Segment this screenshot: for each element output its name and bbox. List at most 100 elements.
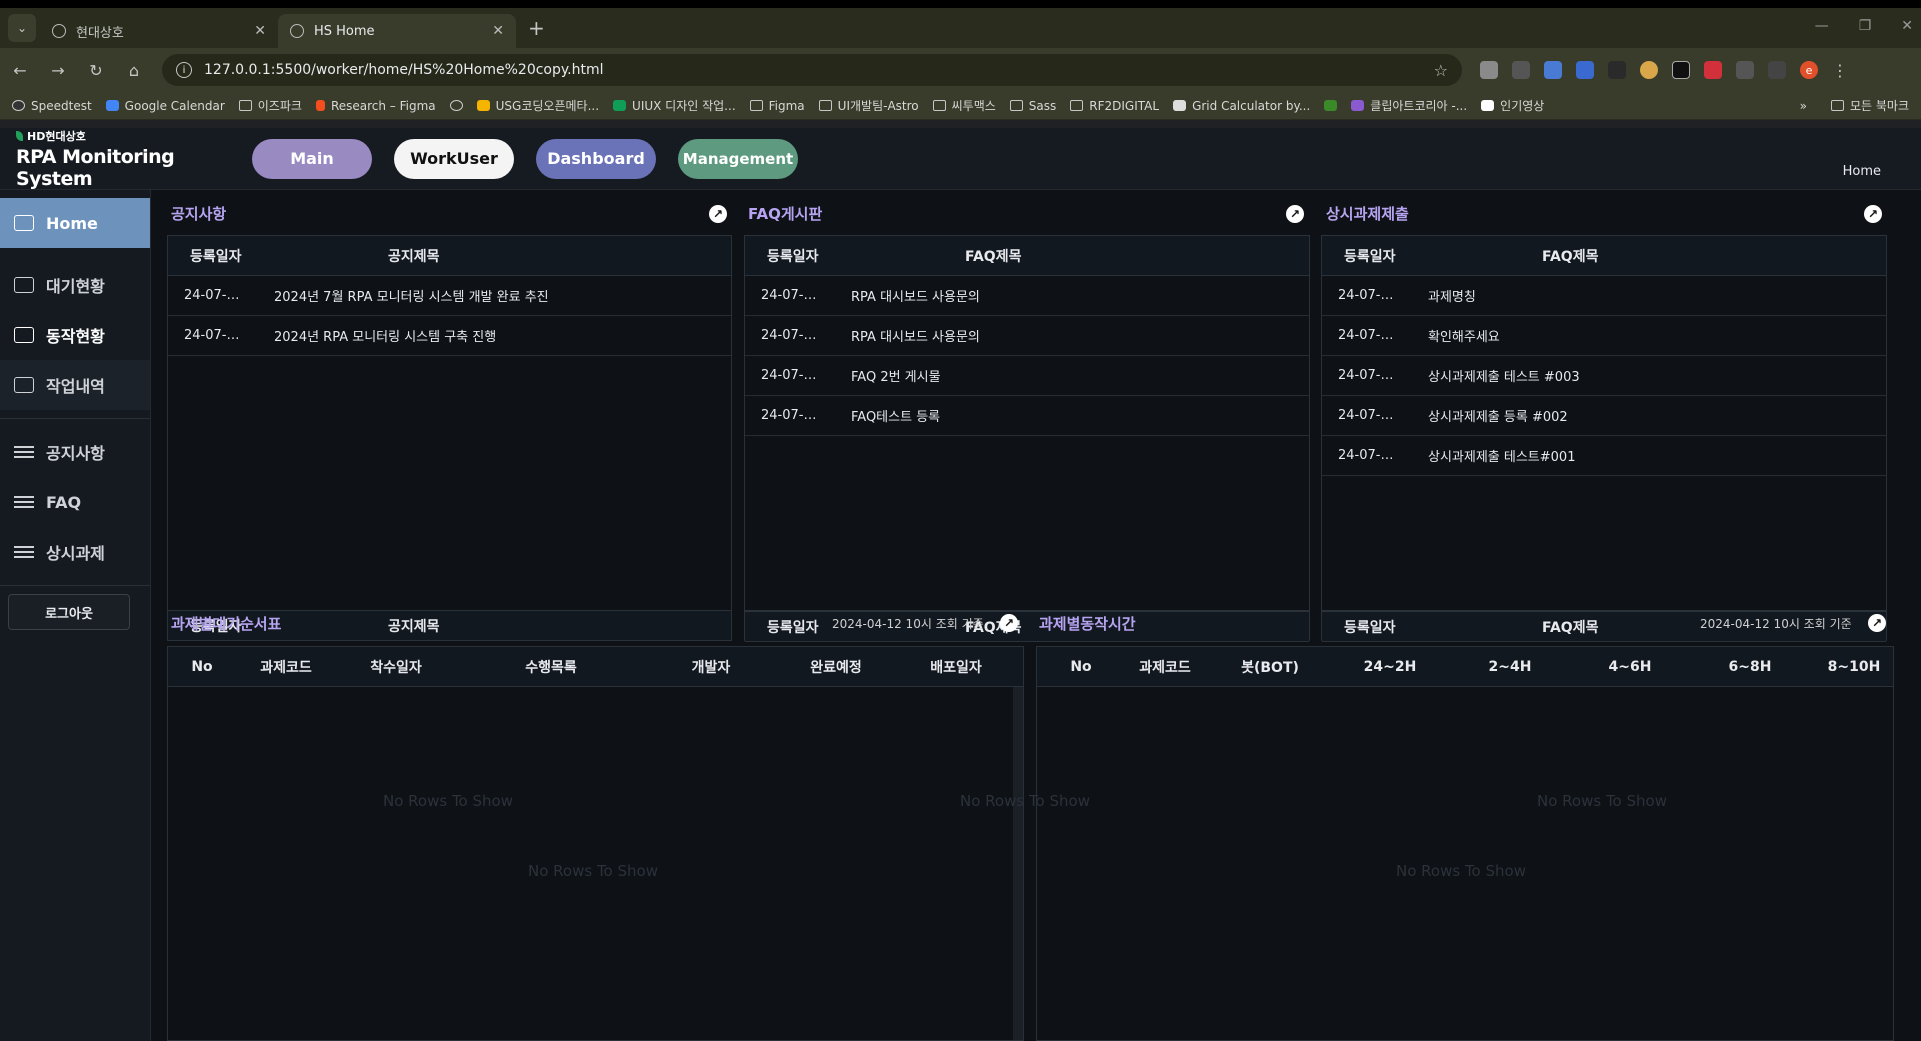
arrow-up-right-icon[interactable]: ↗ (709, 205, 727, 223)
puzzle-icon[interactable] (1736, 61, 1754, 79)
bookmark-clipart[interactable]: 클립아트코리아 -... (1351, 97, 1467, 114)
table-row[interactable]: 24-07-… FAQ테스트 등록 (745, 396, 1309, 436)
bookmark-folder-figma[interactable]: Figma (749, 99, 805, 113)
all-bookmarks-folder[interactable]: 모든 북마크 (1830, 97, 1909, 114)
col-no[interactable]: No (1037, 659, 1125, 675)
col-no[interactable]: No (168, 659, 236, 675)
bookmark-usg[interactable]: USG코딩오픈메타... (476, 97, 599, 114)
scrollbar[interactable] (1013, 687, 1023, 1040)
download-icon[interactable] (1768, 61, 1786, 79)
arrow-up-right-icon[interactable]: ↗ (1286, 205, 1304, 223)
arrow-up-right-icon[interactable]: ↗ (1868, 614, 1886, 632)
docs-extension-icon[interactable] (1576, 61, 1594, 79)
table-row[interactable]: 24-07-… RPA 대시보드 사용문의 (745, 316, 1309, 356)
col-title[interactable]: FAQ제목 (1442, 246, 1886, 266)
bookmark-google-calendar[interactable]: Google Calendar (105, 99, 225, 113)
back-icon[interactable]: ← (10, 61, 30, 80)
col-6-8h[interactable]: 6~8H (1685, 659, 1815, 675)
pen-extension-icon[interactable] (1608, 61, 1626, 79)
sidebar-item-home[interactable]: Home (0, 198, 150, 248)
col-deploy[interactable]: 배포일자 (896, 657, 1016, 677)
sidebar-item-running[interactable]: 동작현황 (0, 310, 150, 360)
col-24-2h[interactable]: 24~2H (1335, 659, 1445, 675)
bookmark-uiux[interactable]: UIUX 디자인 작업... (613, 97, 736, 114)
col-2-4h[interactable]: 2~4H (1445, 659, 1575, 675)
bookmark-grid-calculator[interactable]: Grid Calculator by... (1173, 99, 1310, 113)
col-title[interactable]: FAQ제목 (865, 246, 1309, 266)
bookmark-popular-video[interactable]: 인기영상 (1481, 97, 1544, 114)
chart-icon (14, 215, 34, 231)
sidebar-item-faq[interactable]: FAQ (0, 477, 150, 527)
tab-hyundai[interactable]: 현대상호 ✕ (40, 14, 278, 48)
bookmark-globe[interactable] (449, 100, 463, 111)
globe-icon (290, 24, 304, 38)
col-start-date[interactable]: 착수일자 (336, 657, 456, 677)
col-date[interactable]: 등록일자 (745, 246, 865, 266)
table-row[interactable]: 24-07-… RPA 대시보드 사용문의 (745, 276, 1309, 316)
menu-icon[interactable]: ⋮ (1832, 61, 1848, 80)
col-title[interactable]: 공지제목 (288, 246, 731, 266)
close-window-icon[interactable]: ✕ (1901, 18, 1913, 34)
table-row[interactable]: 24-07-… 2024년 7월 RPA 모니터링 시스템 개발 완료 추진 (168, 276, 731, 316)
table-row[interactable]: 24-07-… 상시과제제출 등록 #002 (1322, 396, 1886, 436)
profile-avatar[interactable]: e (1800, 61, 1818, 79)
translate-extension-icon[interactable] (1544, 61, 1562, 79)
col-date[interactable]: 등록일자 (1322, 246, 1442, 266)
table-row[interactable]: 24-07-… FAQ 2번 게시물 (745, 356, 1309, 396)
nav-dashboard-button[interactable]: Dashboard (536, 138, 656, 179)
nav-main-button[interactable]: Main (252, 138, 372, 179)
sidebar-item-history[interactable]: 작업내역 (0, 360, 150, 410)
col-code[interactable]: 과제코드 (236, 657, 336, 677)
col-bot[interactable]: 봇(BOT) (1205, 657, 1335, 677)
video-extension-icon[interactable] (1704, 61, 1722, 79)
bookmarks-overflow-button[interactable]: » (1800, 99, 1807, 113)
reload-icon[interactable]: ↻ (86, 61, 106, 80)
col-4-6h[interactable]: 4~6H (1575, 659, 1685, 675)
bookmark-folder-astro[interactable]: UI개발팀-Astro (818, 97, 919, 114)
camera-extension-icon[interactable] (1480, 61, 1498, 79)
table-row[interactable]: 24-07-… 상시과제제출 테스트 #003 (1322, 356, 1886, 396)
brand[interactable]: HD현대상호 RPA Monitoring System (16, 128, 236, 190)
address-bar[interactable]: i 127.0.0.1:5500/worker/home/HS%20Home%2… (162, 54, 1462, 86)
tab-search-button[interactable]: ⌄ (8, 14, 36, 42)
logout-button[interactable]: 로그아웃 (8, 594, 130, 630)
bookmark-w[interactable] (1324, 100, 1338, 111)
home-icon[interactable]: ⌂ (124, 61, 144, 80)
window-controls: — ❐ ✕ (1815, 18, 1913, 34)
sidebar-item-regular[interactable]: 상시과제 (0, 527, 150, 577)
glasses-extension-icon[interactable] (1672, 61, 1690, 79)
bookmark-folder-easypark[interactable]: 이즈파크 (238, 97, 302, 114)
col-8-10h[interactable]: 8~10H (1815, 659, 1893, 675)
new-tab-button[interactable]: + (528, 16, 545, 40)
bookmark-folder-rf2digital[interactable]: RF2DIGITAL (1070, 99, 1159, 113)
table-row[interactable]: 24-07-… 확인해주세요 (1322, 316, 1886, 356)
col-due[interactable]: 완료예정 (776, 657, 896, 677)
col-date[interactable]: 등록일자 (168, 246, 288, 266)
arrow-up-right-icon[interactable]: ↗ (1000, 614, 1018, 632)
bookmark-speedtest[interactable]: Speedtest (12, 99, 92, 113)
restore-icon[interactable]: ❐ (1859, 18, 1872, 34)
col-code[interactable]: 과제코드 (1125, 657, 1205, 677)
table-row[interactable]: 24-07-… 과제명칭 (1322, 276, 1886, 316)
color-picker-extension-icon[interactable] (1640, 61, 1658, 79)
sidebar-item-notice[interactable]: 공지사항 (0, 427, 150, 477)
tab-hs-home[interactable]: HS Home ✕ (278, 14, 516, 48)
bookmark-star-icon[interactable]: ☆ (1434, 61, 1448, 80)
nav-management-button[interactable]: Management (678, 138, 798, 179)
close-icon[interactable]: ✕ (492, 23, 504, 39)
forward-icon[interactable]: → (48, 61, 68, 80)
site-info-icon[interactable]: i (176, 62, 192, 78)
sidebar-item-waiting[interactable]: 대기현황 (0, 260, 150, 310)
col-developer[interactable]: 개발자 (646, 657, 776, 677)
minimize-icon[interactable]: — (1815, 18, 1829, 34)
arrow-up-right-icon[interactable]: ↗ (1864, 205, 1882, 223)
screenshot-extension-icon[interactable] (1512, 61, 1530, 79)
bookmark-folder-c2max[interactable]: 씨투맥스 (932, 97, 996, 114)
bookmark-folder-sass[interactable]: Sass (1009, 99, 1056, 113)
nav-workuser-button[interactable]: WorkUser (394, 138, 514, 179)
table-row[interactable]: 24-07-… 상시과제제출 테스트#001 (1322, 436, 1886, 476)
bookmark-research-figma[interactable]: Research – Figma (315, 99, 436, 113)
close-icon[interactable]: ✕ (254, 23, 266, 39)
table-row[interactable]: 24-07-… 2024년 RPA 모니터링 시스템 구축 진행 (168, 316, 731, 356)
col-tasks[interactable]: 수행목록 (456, 657, 646, 677)
